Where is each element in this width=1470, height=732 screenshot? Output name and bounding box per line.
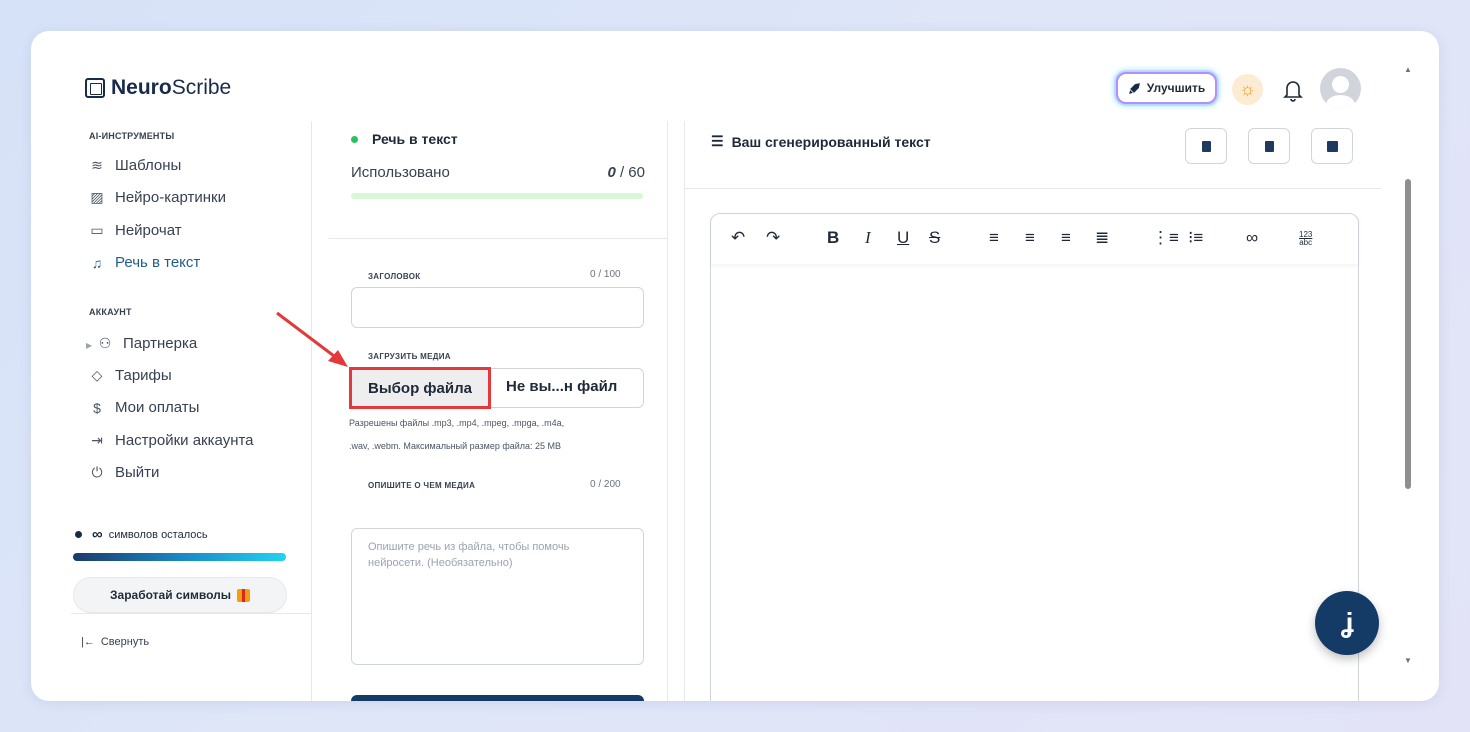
bold-icon[interactable]: B (827, 228, 839, 248)
upgrade-button[interactable]: Улучшить (1116, 72, 1217, 104)
theme-toggle-sun-icon[interactable]: ☼ (1232, 74, 1263, 105)
sidebar-item-speech-to-text[interactable]: ♫ Речь в текст (89, 254, 201, 271)
app-logo[interactable]: NeuroScribe (85, 76, 231, 100)
section-title-tools: AI-ИНСТРУМЕНТЫ (89, 131, 175, 141)
usage-progress-bar (351, 193, 643, 199)
tool-title: Речь в текст (351, 131, 458, 147)
sidebar-item-tariffs[interactable]: ◇ Тарифы (89, 367, 172, 384)
support-chat-button[interactable]: ʝ (1315, 591, 1379, 655)
align-center-icon[interactable]: ≡ (1025, 228, 1035, 248)
ordered-list-icon[interactable]: ⋮≡ (1152, 228, 1179, 248)
layers-icon: ≋ (91, 157, 103, 173)
align-right-icon[interactable]: ≡ (1061, 228, 1071, 248)
title-input[interactable] (351, 287, 644, 328)
sidebar-item-templates[interactable]: ≋ Шаблоны (89, 157, 181, 174)
text-doc-icon (1264, 140, 1274, 152)
scroll-down-arrow[interactable]: ▼ (1404, 656, 1412, 665)
title-field-label: ЗАГОЛОВОК (368, 272, 421, 281)
status-dot (351, 135, 358, 143)
describe-media-textarea[interactable]: Опишите речь из файла, чтобы помочь нейр… (351, 528, 644, 665)
undo-icon[interactable]: ↶ (731, 228, 745, 248)
tag-icon: ◇ (91, 367, 103, 383)
collapse-icon: |← (81, 636, 95, 648)
collapse-sidebar-button[interactable]: |← Свернуть (81, 636, 149, 648)
bell-icon[interactable] (1281, 77, 1305, 103)
scroll-up-arrow[interactable]: ▲ (1404, 65, 1412, 74)
file-status-text: Не вы...н файл (506, 378, 618, 395)
credits-bar (73, 553, 286, 561)
upload-media-label: ЗАГРУЗИТЬ МЕДИА (368, 352, 451, 361)
dollar-icon: $ (93, 399, 101, 416)
max-size-hint: .wav, .webm. Максимальный размер файла: … (349, 441, 562, 451)
describe-media-label: ОПИШИТЕ О ЧЕМ МЕДИА (368, 481, 476, 490)
choose-file-button[interactable]: Выбор файла (349, 367, 491, 409)
gift-icon (236, 588, 250, 602)
export-word-button[interactable] (1185, 128, 1227, 164)
divider (685, 188, 1381, 189)
text-align-icon: ☰ (711, 133, 724, 149)
usage-label: Использовано (351, 164, 450, 181)
speech-to-text-form: Речь в текст Использовано 0 / 60 ЗАГОЛОВ… (328, 121, 668, 701)
avatar[interactable] (1320, 68, 1361, 109)
caret-right-icon[interactable]: ▶ (86, 341, 92, 350)
divider (684, 121, 685, 701)
sidebar-item-payments[interactable]: $ Мои оплаты (89, 399, 199, 416)
bullet-list-icon[interactable]: ⁝≡ (1188, 228, 1203, 248)
copy-button[interactable] (1311, 128, 1353, 164)
section-title-account: АККАУНТ (89, 307, 132, 317)
number-to-text-icon[interactable]: 123 abc (1299, 231, 1312, 247)
divider (311, 121, 312, 701)
redo-icon[interactable]: ↷ (766, 228, 780, 248)
credits-remaining: ∞ символов осталось (75, 526, 208, 543)
users-icon: ⚇ (98, 335, 112, 351)
status-dot (75, 531, 82, 538)
app-window: NeuroScribe Улучшить ☼ AI-ИНСТРУМЕНТЫ ≋ … (31, 31, 1439, 701)
sidebar-item-neurochat[interactable]: ▭ Нейрочат (89, 222, 181, 239)
editor-toolbar: ↶ ↷ B I U S ≡ ≡ ≡ ≣ ⋮≡ ⁝≡ ∞ 123 abc (711, 214, 1358, 264)
login-icon: ⇥ (91, 432, 103, 448)
describe-char-count: 0 / 200 (590, 479, 621, 490)
italic-icon[interactable]: I (865, 228, 871, 248)
underline-icon[interactable]: U (897, 228, 909, 248)
sidebar-item-logout[interactable]: ⏻ Выйти (89, 464, 159, 481)
sidebar-item-neuro-images[interactable]: ▨ Нейро-картинки (89, 189, 226, 206)
title-char-count: 0 / 100 (590, 269, 621, 280)
chat-icon: ▭ (90, 222, 104, 238)
divider (71, 613, 311, 614)
headphones-icon: ♫ (91, 254, 103, 271)
word-doc-icon (1201, 140, 1211, 152)
rich-text-editor[interactable]: ↶ ↷ B I U S ≡ ≡ ≡ ≣ ⋮≡ ⁝≡ ∞ 123 abc (710, 213, 1359, 701)
power-icon: ⏻ (91, 464, 103, 480)
submit-button[interactable] (351, 695, 644, 701)
logo-icon (85, 78, 105, 98)
usage-value: 0 / 60 (607, 164, 645, 181)
strikethrough-icon[interactable]: S (929, 228, 940, 248)
image-icon: ▨ (90, 189, 104, 205)
allowed-files-hint: Разрешены файлы .mp3, .mp4, .mpeg, .mpga… (349, 418, 565, 428)
sidebar: AI-ИНСТРУМЕНТЫ ≋ Шаблоны ▨ Нейро-картинк… (31, 121, 311, 701)
align-justify-icon[interactable]: ≣ (1095, 228, 1109, 248)
export-text-button[interactable] (1248, 128, 1290, 164)
copy-icon (1326, 140, 1338, 152)
align-left-icon[interactable]: ≡ (989, 228, 999, 248)
sidebar-item-partners[interactable]: ⚇ Партнерка (97, 335, 198, 352)
scrollbar-thumb[interactable] (1405, 179, 1411, 489)
sidebar-item-account-settings[interactable]: ⇥ Настройки аккаунта (89, 432, 253, 449)
earn-credits-button[interactable]: Заработай символы (73, 577, 287, 613)
rocket-icon (1128, 82, 1140, 94)
output-title: ☰ Ваш сгенерированный текст (711, 133, 931, 150)
link-icon[interactable]: ∞ (1246, 228, 1258, 248)
divider (328, 238, 668, 239)
